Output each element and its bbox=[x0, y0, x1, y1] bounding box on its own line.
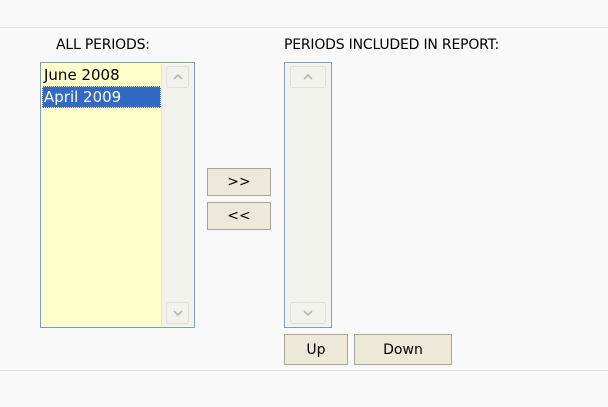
add-period-button[interactable]: >> bbox=[207, 168, 271, 196]
included-periods-label: PERIODS INCLUDED IN REPORT: bbox=[284, 37, 499, 53]
top-divider bbox=[0, 27, 608, 28]
chevron-down-icon bbox=[303, 310, 313, 316]
all-periods-options: June 2008 April 2009 bbox=[42, 64, 161, 326]
all-periods-scroll-down-button[interactable] bbox=[166, 302, 189, 324]
period-option-april-2009[interactable]: April 2009 bbox=[42, 86, 161, 108]
all-periods-scroll-up-button[interactable] bbox=[166, 66, 189, 88]
included-periods-scrollbar[interactable] bbox=[286, 64, 330, 326]
remove-period-button[interactable]: << bbox=[207, 202, 271, 230]
move-down-button[interactable]: Down bbox=[354, 334, 452, 365]
included-periods-listbox[interactable] bbox=[284, 62, 332, 328]
all-periods-listbox[interactable]: June 2008 April 2009 bbox=[40, 62, 195, 328]
all-periods-label: ALL PERIODS: bbox=[56, 37, 150, 53]
all-periods-scrollbar[interactable] bbox=[161, 64, 193, 326]
chevron-up-icon bbox=[172, 74, 183, 80]
chevron-up-icon bbox=[303, 74, 313, 80]
included-periods-scroll-up-button[interactable] bbox=[290, 66, 326, 88]
chevron-down-icon bbox=[172, 310, 183, 316]
period-option-june-2008[interactable]: June 2008 bbox=[42, 64, 161, 86]
period-selector-panel: ALL PERIODS: PERIODS INCLUDED IN REPORT:… bbox=[0, 0, 608, 407]
move-up-button[interactable]: Up bbox=[284, 334, 348, 365]
bottom-divider bbox=[0, 370, 608, 371]
included-periods-scroll-down-button[interactable] bbox=[290, 302, 326, 324]
